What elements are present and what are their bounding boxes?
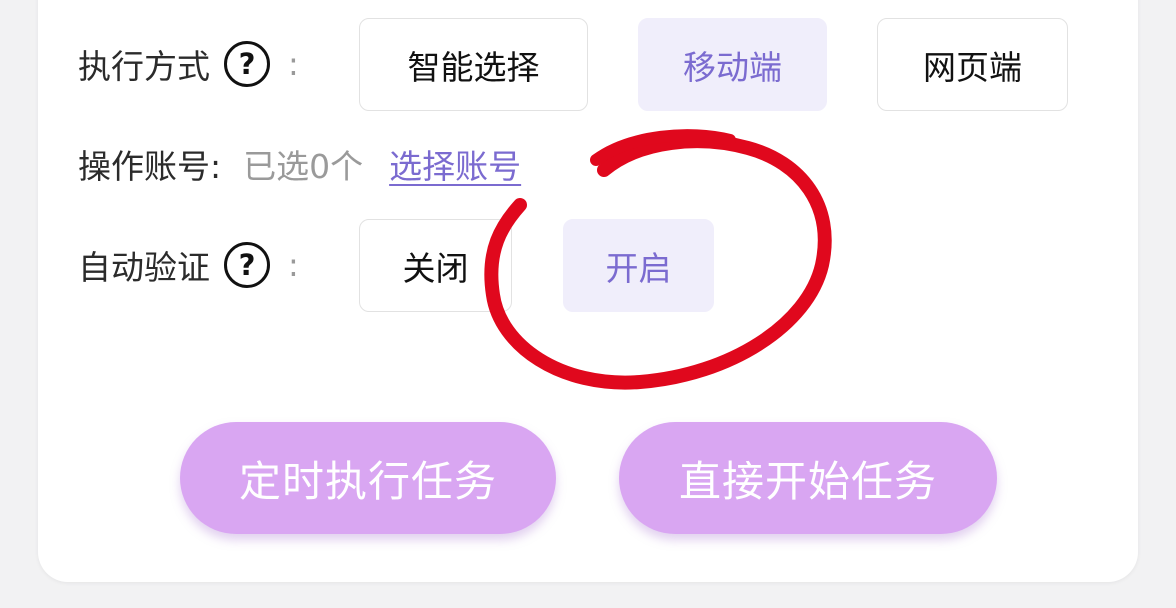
exec-mode-option-smart[interactable]: 智能选择	[359, 18, 588, 111]
account-label: 操作账号:	[78, 147, 222, 186]
question-circle-icon[interactable]: ?	[224, 242, 270, 288]
exec-mode-row: 执行方式 ? :	[78, 40, 299, 88]
auto-verify-option-off[interactable]: 关闭	[359, 219, 512, 312]
auto-verify-row: 自动验证 ? :	[78, 241, 299, 289]
auto-verify-colon: :	[288, 246, 299, 284]
select-account-link[interactable]: 选择账号	[389, 140, 521, 188]
auto-verify-label: 自动验证	[78, 248, 210, 287]
question-circle-icon[interactable]: ?	[224, 41, 270, 87]
exec-mode-option-mobile[interactable]: 移动端	[638, 18, 827, 111]
account-selected-count: 已选0个	[243, 147, 364, 186]
account-row: 操作账号: 已选0个 选择账号	[78, 140, 521, 188]
start-task-button[interactable]: 直接开始任务	[619, 422, 997, 534]
exec-mode-label: 执行方式	[78, 47, 210, 86]
schedule-task-button[interactable]: 定时执行任务	[180, 422, 556, 534]
auto-verify-option-on[interactable]: 开启	[563, 219, 714, 312]
exec-mode-colon: :	[288, 45, 299, 83]
exec-mode-option-web[interactable]: 网页端	[877, 18, 1068, 111]
